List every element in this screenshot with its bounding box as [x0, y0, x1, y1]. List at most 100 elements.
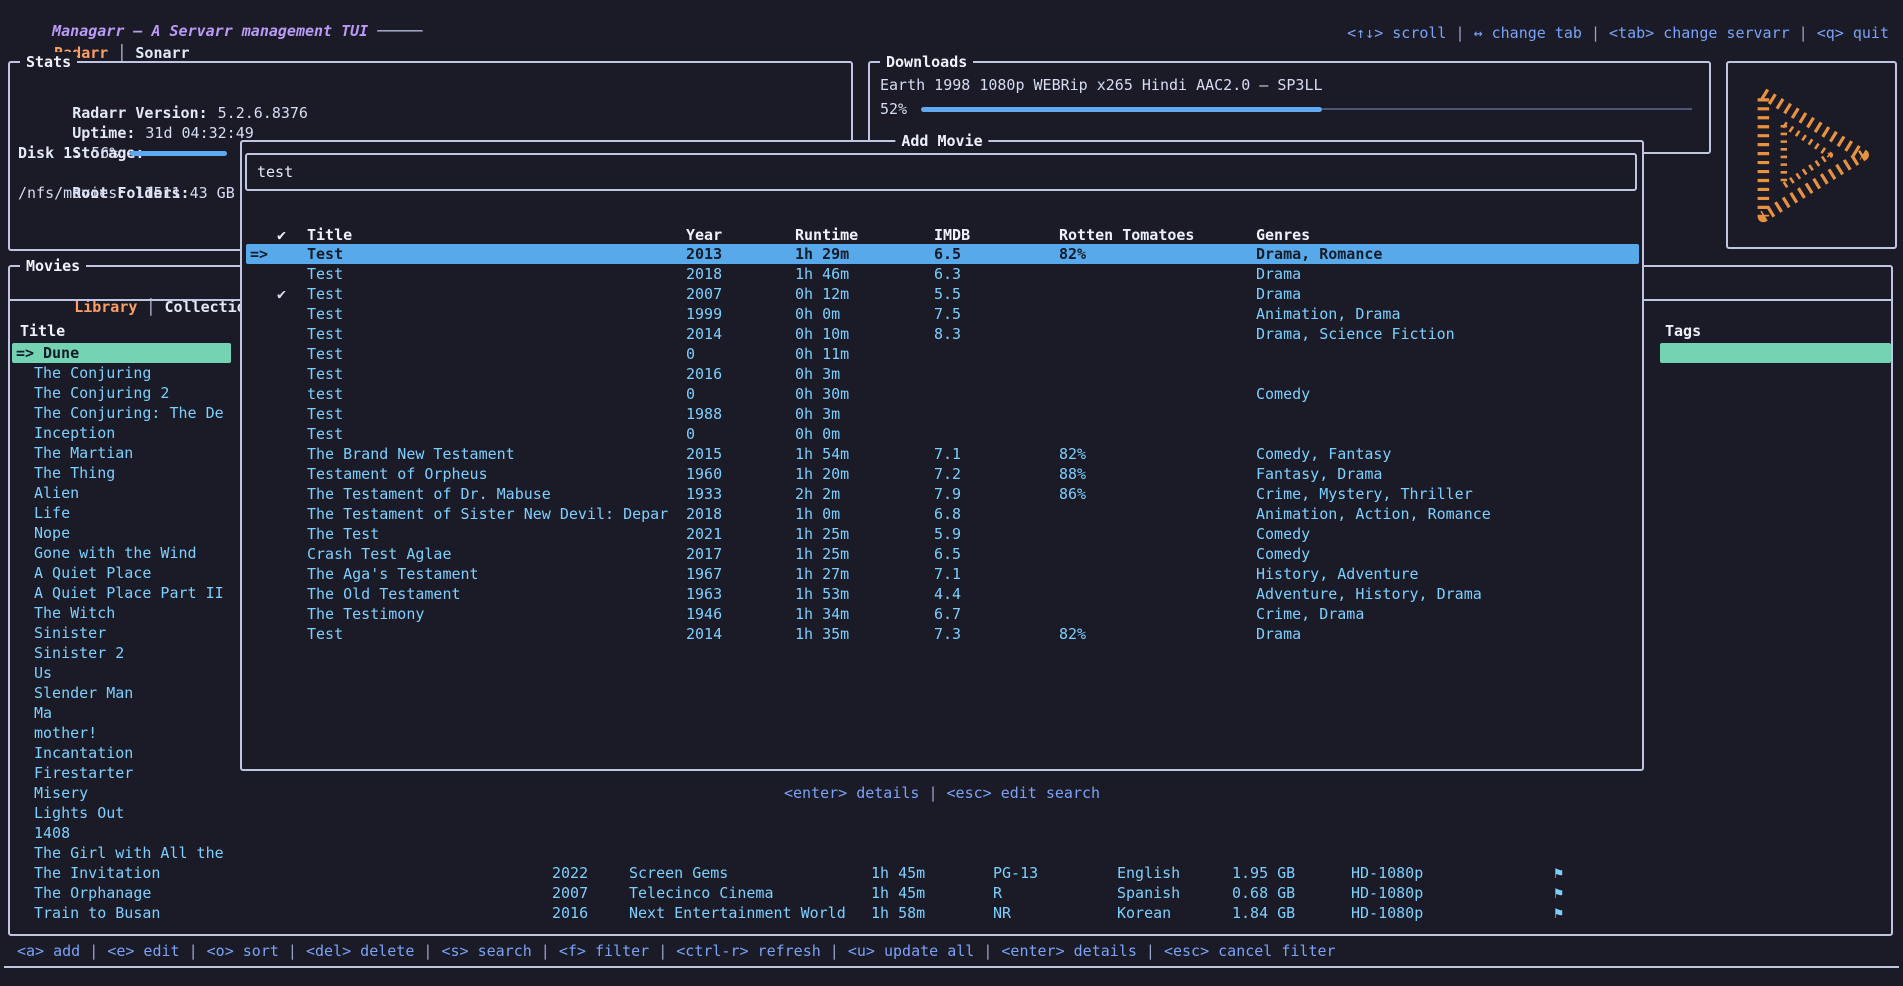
result-title: The Testimony: [307, 604, 424, 624]
title-rule: ─────: [368, 22, 422, 40]
result-imdb: 6.7: [934, 604, 961, 624]
result-title: The Testament of Dr. Mabuse: [307, 484, 551, 504]
keybind-hint: <enter> details: [784, 784, 919, 802]
keybind-hint: <ctrl-r> refresh: [676, 942, 821, 960]
movie-size: 1.95 GB: [1232, 863, 1295, 883]
add-movie-result-row[interactable]: The Old Testament19631h 53m4.4Adventure,…: [246, 584, 1639, 604]
movie-list-row[interactable]: Train to Busan2016Next Entertainment Wor…: [10, 903, 1889, 923]
result-imdb: 6.8: [934, 504, 961, 524]
keybind-separator: |: [1137, 942, 1164, 960]
add-movie-result-row[interactable]: The Testament of Dr. Mabuse19332h 2m7.98…: [246, 484, 1639, 504]
result-year: 2014: [686, 324, 722, 344]
result-runtime: 0h 10m: [795, 324, 849, 344]
movie-title: Gone with the Wind: [34, 543, 197, 563]
result-title: The Brand New Testament: [307, 444, 515, 464]
keybind-separator: |: [279, 942, 306, 960]
keybind-separator: |: [532, 942, 559, 960]
keybind-hint: <esc> edit search: [947, 784, 1101, 802]
result-imdb: 8.3: [934, 324, 961, 344]
result-genres: Drama: [1256, 624, 1301, 644]
selected-row-arrow: =>: [16, 343, 34, 363]
result-year: 0: [686, 344, 695, 364]
add-movie-result-row[interactable]: Testament of Orpheus19601h 20m7.288%Fant…: [246, 464, 1639, 484]
add-movie-title: Add Movie: [895, 131, 988, 151]
movie-quality: HD-1080p: [1351, 863, 1423, 883]
movie-title: Inception: [34, 423, 115, 443]
movie-title: Misery: [34, 783, 88, 803]
keybind-separator: |: [919, 784, 946, 802]
result-title: Test: [307, 344, 343, 364]
col-check-icon: ✔: [277, 225, 286, 245]
add-movie-result-row[interactable]: The Testimony19461h 34m6.7Crime, Drama: [246, 604, 1639, 624]
result-rotten-tomatoes: 86%: [1059, 484, 1086, 504]
movie-title: Us: [34, 663, 52, 683]
result-year: 1946: [686, 604, 722, 624]
keybind-separator: |: [1446, 24, 1473, 42]
movies-tags-header: Tags: [1665, 321, 1701, 341]
add-movie-result-row[interactable]: ✔Test20070h 12m5.5Drama: [246, 284, 1639, 304]
result-genres: Animation, Action, Romance: [1256, 504, 1491, 524]
add-movie-result-row[interactable]: Test20160h 3m: [246, 364, 1639, 384]
keybind-hint: <a> add: [17, 942, 80, 960]
result-runtime: 1h 29m: [795, 244, 849, 264]
result-title: Test: [307, 284, 343, 304]
monitored-flag-icon: ⚑: [1554, 903, 1563, 923]
add-movie-result-row[interactable]: Test19990h 0m7.5Animation, Drama: [246, 304, 1639, 324]
result-year: 1999: [686, 304, 722, 324]
add-movie-result-row[interactable]: Test19880h 3m: [246, 404, 1639, 424]
add-movie-footer-keybinds: <enter> details | <esc> edit search: [240, 783, 1644, 803]
keybind-separator: |: [1790, 24, 1817, 42]
result-imdb: 7.1: [934, 564, 961, 584]
movie-title: The Witch: [34, 603, 115, 623]
movie-certification: PG-13: [993, 863, 1038, 883]
add-movie-result-row[interactable]: test00h 30mComedy: [246, 384, 1639, 404]
movie-search-input[interactable]: test: [245, 153, 1637, 191]
add-movie-result-row[interactable]: Test00h 0m: [246, 424, 1639, 444]
result-year: 2014: [686, 624, 722, 644]
top-keybinds: <↑↓> scroll | ↔ change tab | <tab> chang…: [1347, 23, 1889, 43]
result-imdb: 5.5: [934, 284, 961, 304]
keybind-hint: <del> delete: [306, 942, 414, 960]
movie-list-row[interactable]: The Orphanage2007Telecinco Cinema1h 45mR…: [10, 883, 1889, 903]
download-item-title: Earth 1998 1080p WEBRip x265 Hindi AAC2.…: [880, 75, 1323, 95]
result-title: Test: [307, 624, 343, 644]
movie-studio: Screen Gems: [629, 863, 728, 883]
keybind-hint: ↔ change tab: [1474, 24, 1582, 42]
result-title: The Aga's Testament: [307, 564, 479, 584]
keybind-separator: |: [180, 942, 207, 960]
add-movie-result-row[interactable]: The Aga's Testament19671h 27m7.1History,…: [246, 564, 1639, 584]
add-movie-result-row[interactable]: =>Test20131h 29m6.582%Drama, Romance: [246, 244, 1639, 264]
movie-year: 2007: [552, 883, 588, 903]
movie-studio: Next Entertainment World: [629, 903, 846, 923]
keybind-separator: |: [649, 942, 676, 960]
movie-language: English: [1117, 863, 1180, 883]
movie-quality: HD-1080p: [1351, 903, 1423, 923]
keybind-hint: <↑↓> scroll: [1347, 24, 1446, 42]
result-runtime: 1h 54m: [795, 444, 849, 464]
keybind-separator: |: [1582, 24, 1609, 42]
managarr-logo-icon: [1748, 87, 1876, 223]
movie-title: Slender Man: [34, 683, 133, 703]
movie-list-row[interactable]: The Invitation2022Screen Gems1h 45mPG-13…: [10, 863, 1889, 883]
add-movie-result-row[interactable]: Test20140h 10m8.3Drama, Science Fiction: [246, 324, 1639, 344]
result-runtime: 0h 30m: [795, 384, 849, 404]
add-movie-result-row[interactable]: The Testament of Sister New Devil: Depar…: [246, 504, 1639, 524]
result-title: The Test: [307, 524, 379, 544]
add-movie-result-row[interactable]: Test20181h 46m6.3Drama: [246, 264, 1639, 284]
tab-sonarr[interactable]: Sonarr: [135, 44, 189, 62]
result-runtime: 0h 3m: [795, 364, 840, 384]
result-year: 1988: [686, 404, 722, 424]
result-runtime: 1h 35m: [795, 624, 849, 644]
result-imdb: 7.5: [934, 304, 961, 324]
movie-runtime: 1h 45m: [871, 863, 925, 883]
add-movie-result-row[interactable]: The Brand New Testament20151h 54m7.182%C…: [246, 444, 1639, 464]
add-movie-result-row[interactable]: Crash Test Aglae20171h 25m6.5Comedy: [246, 544, 1639, 564]
add-movie-result-row[interactable]: Test00h 11m: [246, 344, 1639, 364]
result-runtime: 2h 2m: [795, 484, 840, 504]
bottom-border: [4, 966, 1899, 968]
keybind-hint: <q> quit: [1817, 24, 1889, 42]
download-gauge-rest: [1322, 108, 1692, 110]
add-movie-result-row[interactable]: The Test20211h 25m5.9Comedy: [246, 524, 1639, 544]
movie-title: The Orphanage: [34, 883, 151, 903]
add-movie-result-row[interactable]: Test20141h 35m7.382%Drama: [246, 624, 1639, 644]
